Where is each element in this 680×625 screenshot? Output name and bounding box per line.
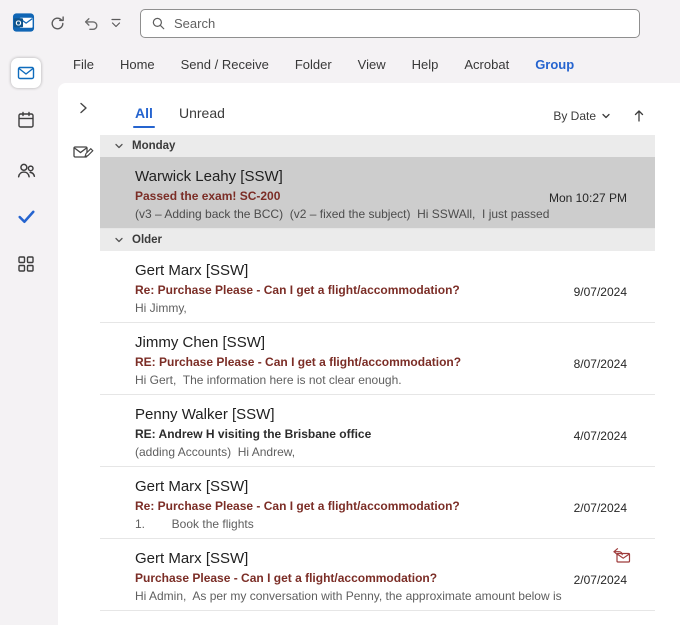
email-preview: Hi Gert, The information here is not cle… <box>135 373 655 387</box>
email-list-item[interactable]: Warwick Leahy [SSW] Passed the exam! SC-… <box>100 157 655 229</box>
nav-mail-button[interactable] <box>11 58 41 88</box>
apps-grid-icon <box>16 254 36 274</box>
new-email-icon <box>72 142 94 162</box>
group-label: Older <box>132 234 162 246</box>
outlook-window: O File <box>0 0 680 625</box>
arrow-up-icon <box>632 108 646 123</box>
chevron-down-icon <box>114 235 124 245</box>
nav-people-button[interactable] <box>11 155 41 185</box>
email-preview: Hi Jimmy, <box>135 301 655 315</box>
search-bar[interactable] <box>140 9 640 38</box>
group-header-older[interactable]: Older <box>100 229 655 251</box>
message-list: All Unread By Date <box>100 83 655 625</box>
group-label: Monday <box>132 140 175 152</box>
email-list-item[interactable]: Gert Marx [SSW] Purchase Please - Can I … <box>100 539 655 611</box>
sort-by-label: By Date <box>553 109 596 123</box>
send-receive-button[interactable] <box>47 13 67 33</box>
email-sender: Gert Marx [SSW] <box>135 262 655 279</box>
email-sender: Penny Walker [SSW] <box>135 406 655 423</box>
app-rail <box>0 45 58 625</box>
replied-status-icon <box>612 547 631 564</box>
menu-tab-help[interactable]: Help <box>399 45 452 83</box>
email-list-item[interactable]: Penny Walker [SSW] RE: Andrew H visiting… <box>100 395 655 467</box>
email-list-item[interactable]: Gert Marx [SSW] Re: Purchase Please - Ca… <box>100 251 655 323</box>
email-sender: Gert Marx [SSW] <box>135 478 655 495</box>
email-sender: Gert Marx [SSW] <box>135 550 655 567</box>
customize-toolbar-button[interactable] <box>109 16 123 30</box>
people-icon <box>16 160 37 181</box>
nav-todo-button[interactable] <box>11 201 41 231</box>
email-preview: Hi Admin, As per my conversation with Pe… <box>135 589 655 603</box>
email-preview: (adding Accounts) Hi Andrew, <box>135 445 655 459</box>
mail-icon <box>16 63 36 83</box>
undo-button[interactable] <box>81 13 101 33</box>
email-date: 8/07/2024 <box>574 357 627 371</box>
email-date: 4/07/2024 <box>574 429 627 443</box>
search-icon <box>151 16 166 31</box>
sort-by-date-button[interactable]: By Date <box>553 109 611 123</box>
chevron-down-icon <box>110 17 122 29</box>
search-input[interactable] <box>174 16 629 31</box>
menu-tab-home[interactable]: Home <box>107 45 168 83</box>
chevron-down-icon <box>114 141 124 151</box>
filter-tab-all[interactable]: All <box>135 105 153 121</box>
email-date: 2/07/2024 <box>574 501 627 515</box>
email-sender: Jimmy Chen [SSW] <box>135 334 655 351</box>
svg-text:O: O <box>15 19 21 28</box>
new-email-button[interactable] <box>71 141 95 163</box>
nav-more-apps-button[interactable] <box>11 249 41 279</box>
email-date: 9/07/2024 <box>574 285 627 299</box>
email-preview: (v3 – Adding back the BCC) (v2 – fixed t… <box>135 207 655 221</box>
menu-tab-acrobat[interactable]: Acrobat <box>451 45 522 83</box>
content-panel: All Unread By Date <box>58 83 680 625</box>
email-date: 2/07/2024 <box>574 573 627 587</box>
group-header-monday[interactable]: Monday <box>100 135 655 157</box>
refresh-icon <box>49 15 66 32</box>
email-sender: Warwick Leahy [SSW] <box>135 168 655 185</box>
email-preview: 1. Book the flights <box>135 517 655 531</box>
outlook-logo-icon: O <box>12 11 35 34</box>
expand-folder-pane-button[interactable] <box>74 99 92 117</box>
email-date: Mon 10:27 PM <box>549 191 627 205</box>
filter-tab-unread[interactable]: Unread <box>179 105 225 121</box>
todo-checkmark-icon <box>16 206 37 227</box>
email-list-item[interactable]: Jimmy Chen [SSW] RE: Purchase Please - C… <box>100 323 655 395</box>
menu-tab-file[interactable]: File <box>60 45 107 83</box>
quick-access-toolbar: O <box>0 0 680 45</box>
menu-tab-view[interactable]: View <box>345 45 399 83</box>
menu-tab-folder[interactable]: Folder <box>282 45 345 83</box>
undo-icon <box>83 15 100 32</box>
menu-tab-send-receive[interactable]: Send / Receive <box>168 45 282 83</box>
message-list-header: All Unread By Date <box>100 83 655 135</box>
ribbon-tab-bar: File Home Send / Receive Folder View Hel… <box>58 45 680 83</box>
chevron-right-icon <box>76 100 90 116</box>
sort-direction-button[interactable] <box>631 107 647 123</box>
calendar-icon <box>16 110 36 130</box>
email-list-item[interactable]: Gert Marx [SSW] Re: Purchase Please - Ca… <box>100 467 655 539</box>
nav-calendar-button[interactable] <box>11 105 41 135</box>
chevron-down-icon <box>601 111 611 121</box>
menu-tab-group[interactable]: Group <box>522 45 587 83</box>
